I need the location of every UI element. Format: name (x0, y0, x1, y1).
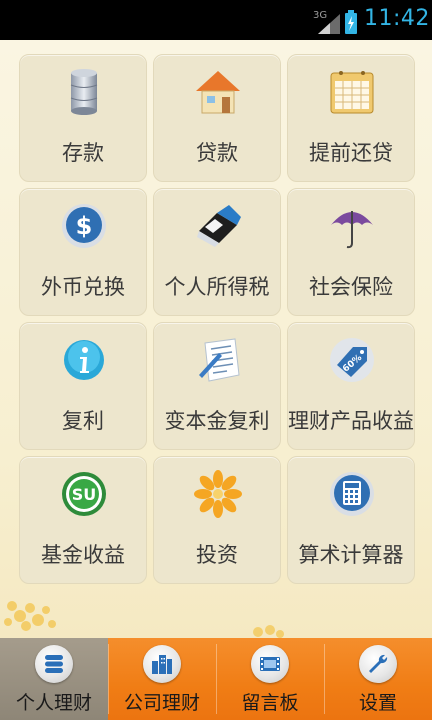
wrench-icon (359, 645, 397, 683)
tile-label: 社会保险 (309, 275, 393, 299)
tile-label: 理财产品收益 (288, 409, 414, 433)
document-icon (199, 338, 240, 382)
tile-wealth-product-return[interactable]: 60% 理财产品收益 (287, 322, 415, 450)
menu-grid: 存款 贷款 提前还贷 $ 外币兑换 个人所得税 社会保险 复利 变本金复利 60… (19, 54, 415, 586)
signal-icon (318, 14, 340, 34)
tab-personal-finance[interactable]: 个人理财 (0, 638, 108, 720)
tab-label: 公司理财 (123, 692, 200, 714)
tile-label: 个人所得税 (164, 275, 270, 299)
tile-calculator[interactable]: 算术计算器 (287, 456, 415, 584)
tab-label: 设置 (358, 692, 397, 714)
tile-deposit[interactable]: 存款 (19, 54, 147, 182)
tile-income-tax[interactable]: 个人所得税 (153, 188, 281, 316)
battery-icon (345, 10, 357, 34)
tile-label: 贷款 (196, 141, 238, 165)
tile-social-insurance[interactable]: 社会保险 (287, 188, 415, 316)
film-icon (251, 645, 289, 683)
tile-variable-principal[interactable]: 变本金复利 (153, 322, 281, 450)
tile-label: 变本金复利 (164, 409, 270, 433)
svg-text:$: $ (76, 212, 93, 240)
database-icon (70, 69, 98, 115)
tile-compound-interest[interactable]: 复利 (19, 322, 147, 450)
leaf-decoration-icon (253, 625, 284, 638)
tile-fund-return[interactable]: SU 基金收益 (19, 456, 147, 584)
tile-label: 外币兑换 (41, 275, 125, 299)
eraser-icon (197, 205, 241, 247)
tile-label: 投资 (196, 543, 238, 567)
bottom-tab-bar: 个人理财 公司理财 留言板 设置 (0, 638, 432, 720)
calendar-icon (330, 71, 374, 114)
tile-label: 复利 (62, 409, 104, 433)
buildings-icon (143, 645, 181, 683)
dollar-icon: $ (62, 204, 106, 248)
tab-message-board[interactable]: 留言板 (216, 638, 324, 720)
stack-icon (35, 645, 73, 683)
tile-currency-exchange[interactable]: $ 外币兑换 (19, 188, 147, 316)
flower-icon (194, 470, 242, 518)
main-area: 存款 贷款 提前还贷 $ 外币兑换 个人所得税 社会保险 复利 变本金复利 60… (0, 40, 432, 638)
tile-prepayment[interactable]: 提前还贷 (287, 54, 415, 182)
tab-label: 个人理财 (15, 692, 92, 714)
calculator-icon (330, 472, 374, 516)
stumbleupon-icon: SU (62, 472, 106, 516)
tile-label: 算术计算器 (298, 543, 404, 567)
tile-loan[interactable]: 贷款 (153, 54, 281, 182)
tab-label: 留言板 (241, 692, 299, 714)
tile-label: 提前还贷 (309, 141, 393, 165)
price-tag-icon: 60% (330, 338, 374, 382)
tile-label: 基金收益 (41, 543, 125, 567)
svg-text:SU: SU (72, 485, 97, 504)
info-icon (64, 340, 104, 380)
tile-label: 存款 (62, 141, 104, 165)
house-icon (196, 71, 240, 114)
leaf-decoration-icon (4, 601, 56, 631)
tab-settings[interactable]: 设置 (324, 638, 432, 720)
status-bar: 3G 11:42 (0, 0, 432, 40)
tile-investment[interactable]: 投资 (153, 456, 281, 584)
clock: 11:42 (364, 6, 430, 31)
tab-company-finance[interactable]: 公司理财 (108, 638, 216, 720)
umbrella-icon (331, 211, 373, 249)
